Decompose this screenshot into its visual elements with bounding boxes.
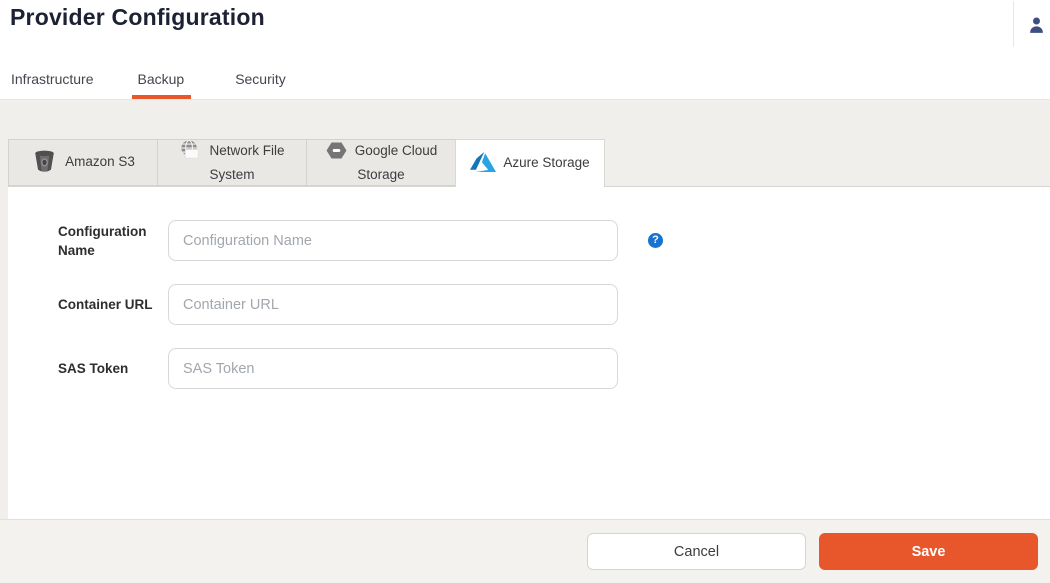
cancel-button[interactable]: Cancel bbox=[587, 533, 806, 570]
globe-folder-icon bbox=[179, 139, 202, 162]
hexagon-bar-icon bbox=[325, 139, 348, 162]
provider-tab-amazon-s3[interactable]: Amazon S3 bbox=[8, 139, 158, 186]
provider-tabstrip: Amazon S3 Network File System bbox=[8, 139, 1050, 187]
form-footer: Cancel Save bbox=[0, 519, 1050, 583]
provider-tab-label: Azure Storage bbox=[503, 155, 589, 170]
provider-tab-label: Amazon S3 bbox=[65, 154, 135, 169]
provider-tab-google-cloud-storage[interactable]: Google Cloud Storage bbox=[306, 139, 456, 186]
form-row-sas-token: SAS Token bbox=[58, 348, 1050, 389]
provider-tab-label: Google Cloud Storage bbox=[355, 143, 438, 182]
page-title: Provider Configuration bbox=[10, 4, 265, 31]
question-mark-icon[interactable]: ? bbox=[648, 233, 663, 248]
person-icon[interactable] bbox=[1014, 15, 1046, 34]
configuration-name-input[interactable] bbox=[168, 220, 618, 261]
save-button[interactable]: Save bbox=[819, 533, 1038, 570]
tab-infrastructure[interactable]: Infrastructure bbox=[11, 71, 93, 99]
tab-security[interactable]: Security bbox=[235, 71, 286, 99]
provider-tab-network-file-system[interactable]: Network File System bbox=[157, 139, 307, 186]
s3-bucket-icon bbox=[31, 148, 58, 175]
backup-panel: Amazon S3 Network File System bbox=[0, 100, 1050, 583]
user-area bbox=[1013, 0, 1050, 48]
main-nav: Infrastructure Backup Security bbox=[11, 71, 330, 99]
form-row-container-url: Container URL bbox=[58, 284, 1050, 325]
configuration-name-label: Configuration Name bbox=[58, 222, 158, 260]
container-url-input[interactable] bbox=[168, 284, 618, 325]
azure-storage-form: Configuration Name ? Container URL SAS T… bbox=[8, 187, 1050, 389]
header: Provider Configuration Infrastructure Ba… bbox=[0, 0, 1050, 100]
form-row-configuration-name: Configuration Name ? bbox=[58, 220, 1050, 261]
azure-storage-form-panel: Configuration Name ? Container URL SAS T… bbox=[8, 187, 1050, 519]
azure-logo-icon bbox=[470, 151, 496, 175]
provider-tab-label: Network File System bbox=[209, 143, 284, 182]
sas-token-label: SAS Token bbox=[58, 359, 158, 378]
provider-tab-azure-storage[interactable]: Azure Storage bbox=[455, 139, 605, 187]
sas-token-input[interactable] bbox=[168, 348, 618, 389]
container-url-label: Container URL bbox=[58, 295, 158, 314]
tab-backup[interactable]: Backup bbox=[137, 71, 184, 99]
